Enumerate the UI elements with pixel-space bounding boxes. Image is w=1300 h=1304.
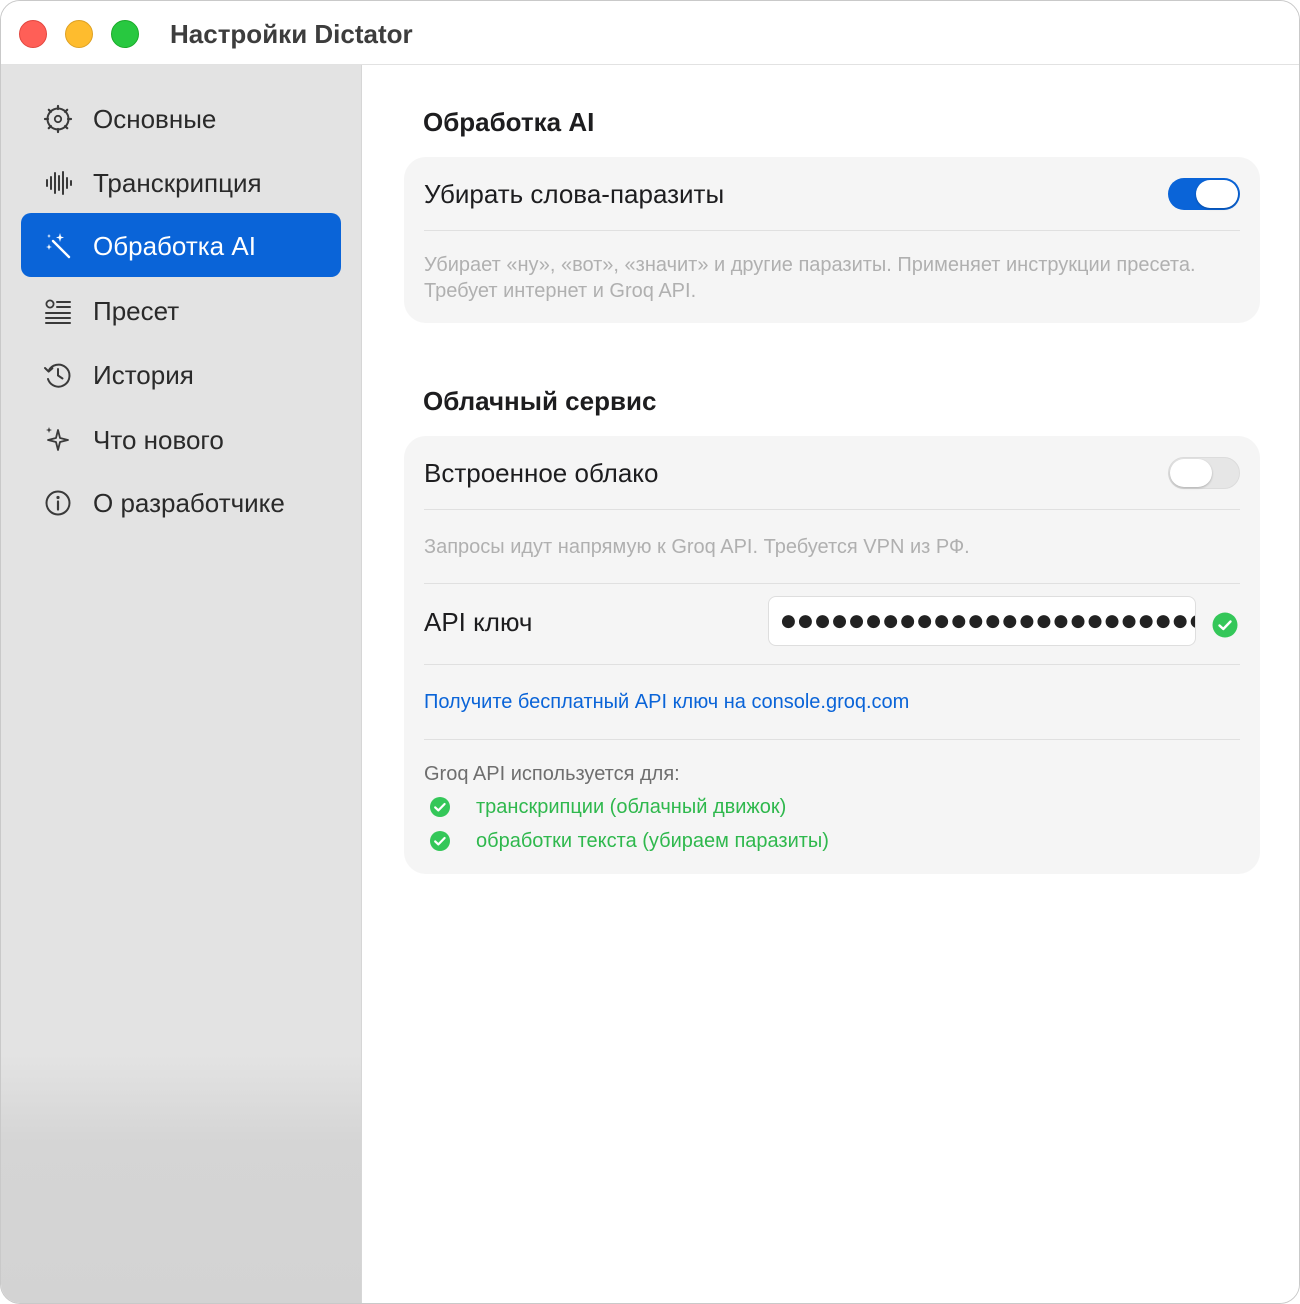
- sidebar-item-transcription[interactable]: Транскрипция: [21, 150, 341, 214]
- sidebar-item-label: Пресет: [93, 296, 180, 326]
- title-bar: Настройки Dictator: [1, 1, 1299, 65]
- divider: [424, 739, 1240, 740]
- info-icon: [45, 490, 71, 516]
- maximize-window-button[interactable]: [111, 20, 139, 48]
- divider: [424, 583, 1240, 584]
- use-item-text: транскрипции (облачный движок): [476, 796, 787, 818]
- sidebar-item-label: Что нового: [93, 425, 224, 455]
- section-title-ai: Обработка AI: [423, 107, 595, 137]
- section-title-cloud: Облачный сервис: [423, 386, 657, 416]
- use-item-text: обработки текста (убираем паразиты): [476, 830, 829, 852]
- divider: [424, 664, 1240, 665]
- window-title: Настройки Dictator: [170, 19, 413, 49]
- minimize-window-button[interactable]: [65, 20, 93, 48]
- list-icon: [45, 299, 71, 324]
- waveform-icon: [46, 171, 72, 195]
- builtin-cloud-toggle[interactable]: [1168, 457, 1240, 489]
- settings-window: Настройки Dictator Основные Транскрипция…: [0, 0, 1300, 1304]
- filler-words-label: Убирать слова-паразиты: [424, 179, 725, 209]
- sidebar-item-label: Основные: [93, 104, 217, 134]
- sidebar-item-label: История: [93, 360, 194, 390]
- main-content: Обработка AI Убирать слова-паразиты Убир…: [362, 65, 1299, 1303]
- gear-icon: [43, 104, 73, 134]
- builtin-cloud-description: Запросы идут напрямую к Groq API. Требуе…: [424, 536, 970, 558]
- groq-used-for-label: Groq API используется для:: [424, 763, 680, 785]
- sidebar-item-general[interactable]: Основные: [21, 86, 341, 150]
- sidebar-item-label: Транскрипция: [93, 168, 262, 198]
- sidebar-item-preset[interactable]: Пресет: [21, 278, 341, 342]
- divider: [424, 509, 1240, 510]
- sidebar-item-whats-new[interactable]: Что нового: [21, 407, 341, 471]
- filler-words-description: Убирает «ну», «вот», «значит» и другие п…: [424, 254, 1196, 302]
- sidebar-item-history[interactable]: История: [21, 342, 341, 406]
- checkmark-circle-icon: [1212, 612, 1238, 638]
- checkmark-circle-icon: [430, 831, 450, 851]
- sidebar-item-about-developer[interactable]: О разработчике: [21, 470, 341, 534]
- sparkles-icon: [46, 427, 69, 451]
- api-key-field[interactable]: ●●●●●●●●●●●●●●●●●●●●●●●●●●: [768, 596, 1196, 646]
- toggle-knob: [1170, 459, 1212, 487]
- sidebar-item-label: Обработка AI: [93, 231, 256, 261]
- cloud-service-card: Встроенное облако Запросы идут напрямую …: [404, 436, 1260, 874]
- toggle-knob: [1196, 180, 1238, 208]
- magic-wand-icon: [46, 233, 71, 259]
- ai-processing-card: Убирать слова-паразиты Убирает «ну», «во…: [404, 157, 1260, 323]
- checkmark-circle-icon: [430, 797, 450, 817]
- builtin-cloud-label: Встроенное облако: [424, 458, 659, 488]
- divider: [424, 230, 1240, 231]
- close-window-button[interactable]: [19, 20, 47, 48]
- get-api-key-link[interactable]: Получите бесплатный API ключ на console.…: [424, 689, 909, 715]
- sidebar-item-ai-processing[interactable]: Обработка AI: [21, 213, 341, 277]
- history-icon: [44, 363, 71, 388]
- sidebar: Основные Транскрипция Обработка AI Пресе…: [1, 65, 362, 1303]
- sidebar-item-label: О разработчике: [93, 488, 285, 518]
- api-key-label: API ключ: [424, 607, 533, 637]
- filler-words-toggle[interactable]: [1168, 178, 1240, 210]
